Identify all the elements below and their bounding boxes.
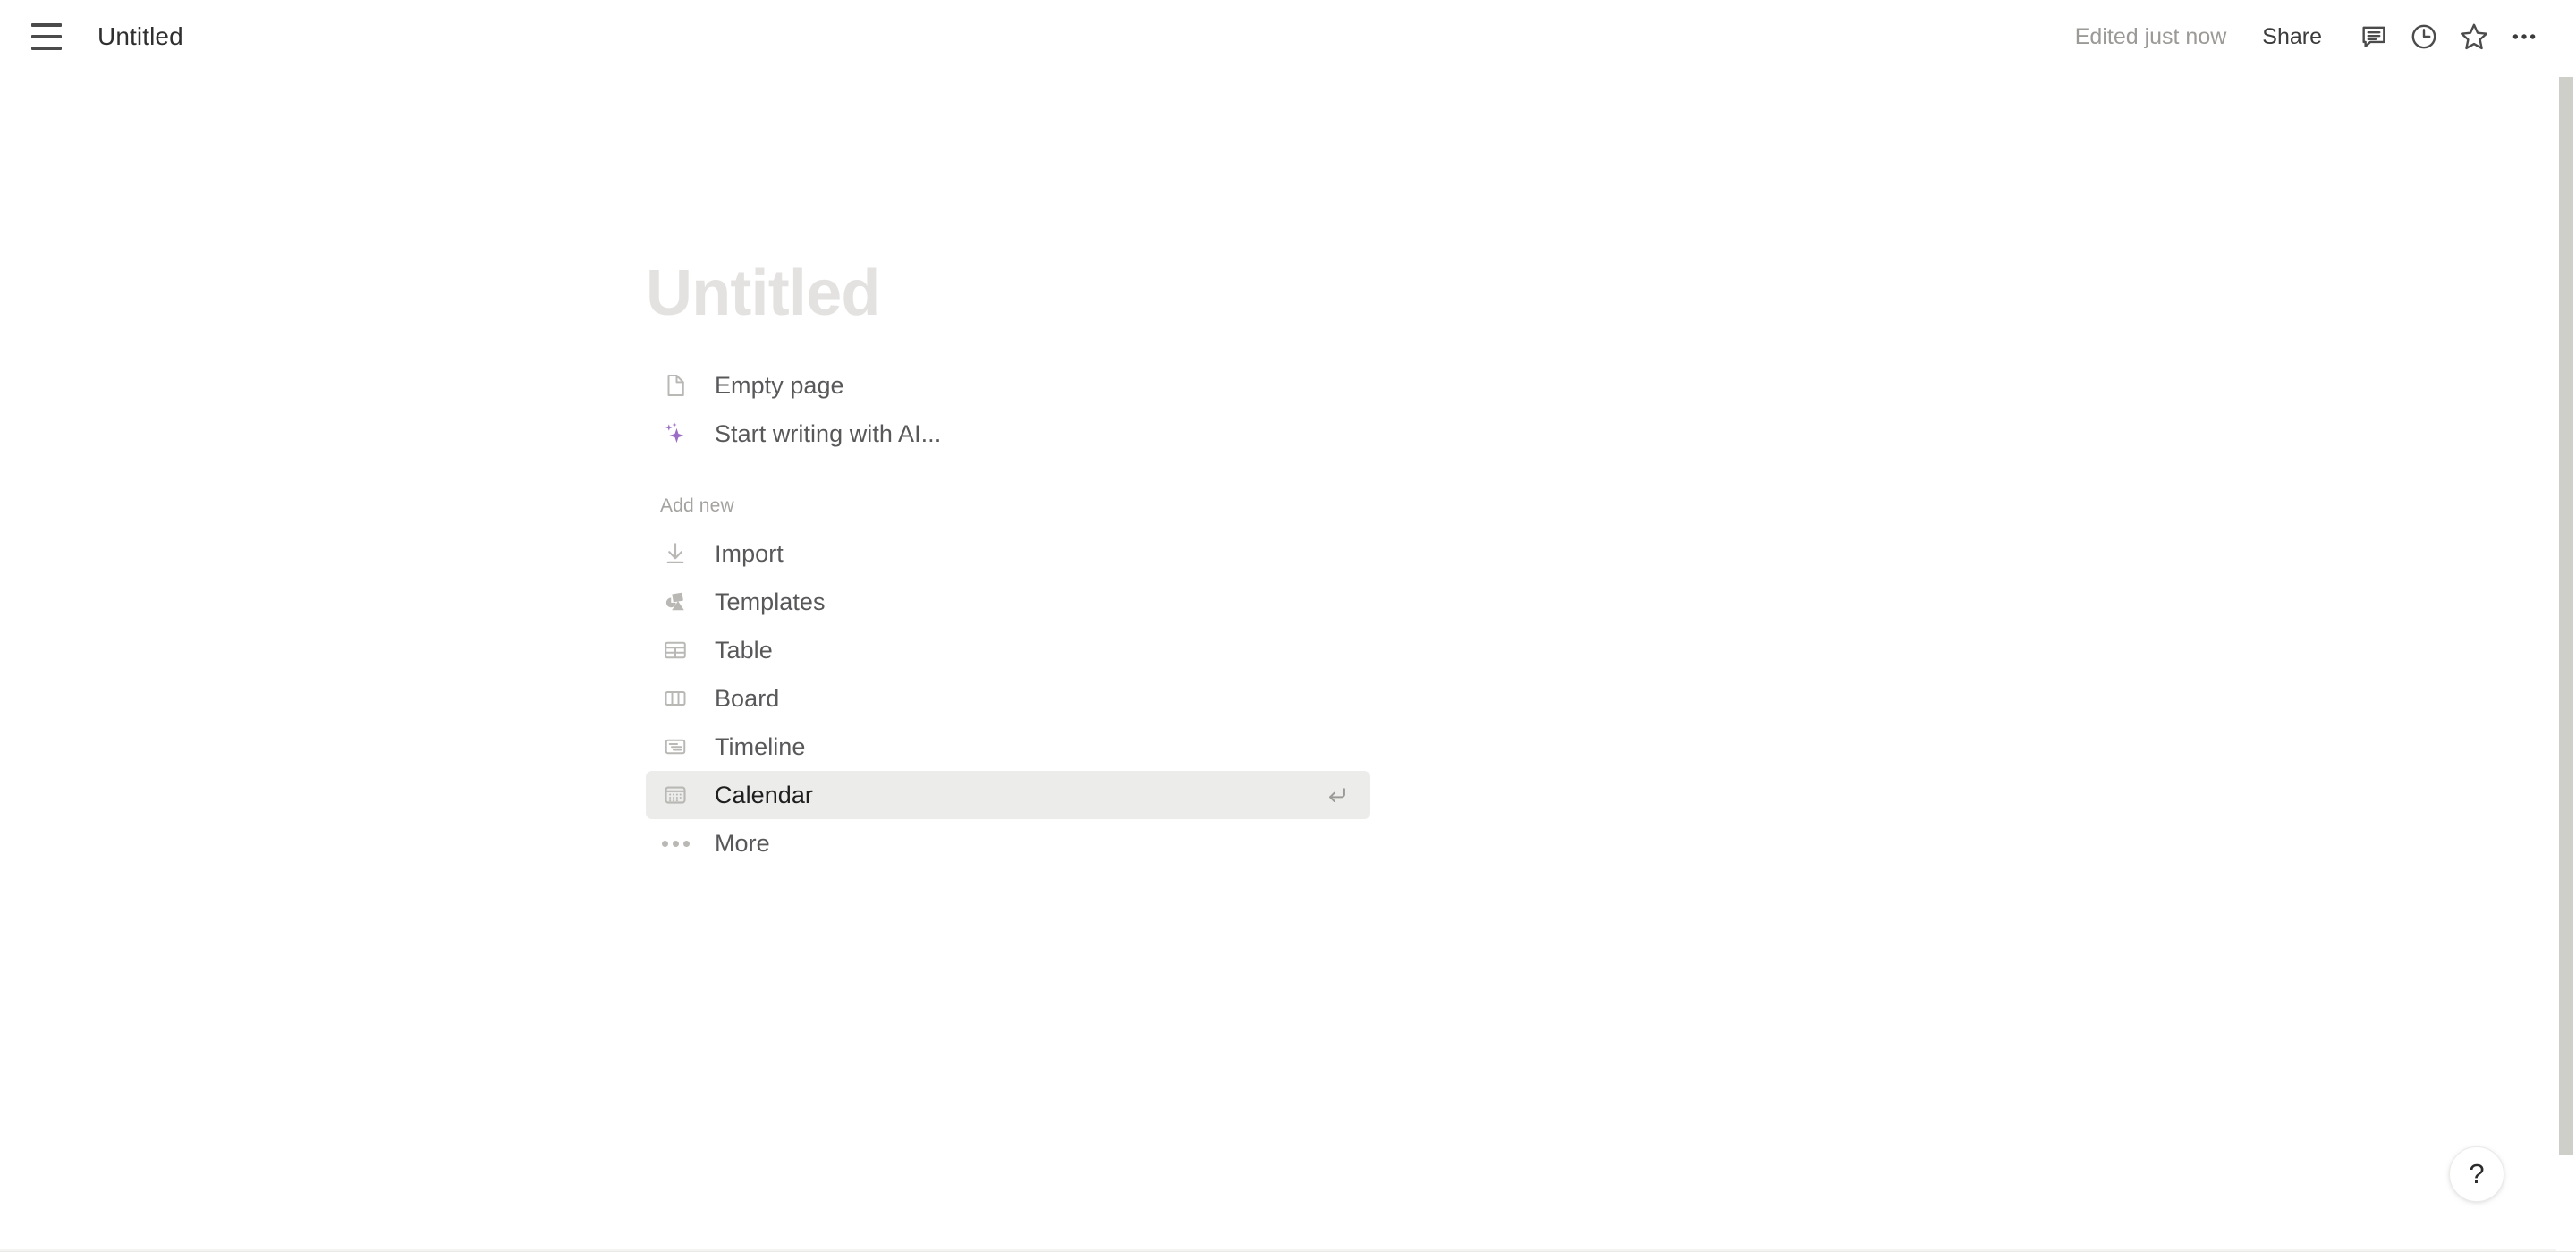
hamburger-line <box>31 23 62 27</box>
top-bar-left: Untitled <box>0 13 192 60</box>
menu-option-empty-page[interactable]: Empty page <box>646 361 1370 410</box>
edited-status[interactable]: Edited just now <box>2075 24 2227 50</box>
menu-option-label: Table <box>715 636 773 664</box>
menu-option-label: Timeline <box>715 732 806 760</box>
hamburger-line <box>31 47 62 50</box>
empty-page-icon <box>660 370 691 401</box>
page-content: Untitled Empty page Start writing with A… <box>0 73 2551 1252</box>
templates-icon <box>660 587 691 617</box>
menu-option-label: Templates <box>715 588 826 615</box>
timeline-icon <box>660 732 691 762</box>
menu-option-start-writing-with-ai[interactable]: Start writing with AI... <box>646 410 1370 458</box>
enter-key-icon <box>1324 782 1351 808</box>
menu-option-label: Import <box>715 539 784 567</box>
menu-option-board[interactable]: Board <box>646 674 1370 723</box>
menu-option-import[interactable]: Import <box>646 529 1370 578</box>
help-button[interactable]: ? <box>2449 1146 2504 1202</box>
board-icon <box>660 683 691 714</box>
vertical-scrollbar-track[interactable] <box>2556 0 2576 1252</box>
menu-option-label: Board <box>715 684 780 712</box>
menu-option-label: Start writing with AI... <box>715 419 942 447</box>
menu-option-table[interactable]: Table <box>646 626 1370 674</box>
more-dots-icon <box>660 828 691 859</box>
menu-option-label: More <box>715 829 770 857</box>
page-body: Untitled Empty page Start writing with A… <box>646 261 2166 867</box>
page-title-placeholder[interactable]: Untitled <box>646 261 2166 326</box>
menu-option-timeline[interactable]: Timeline <box>646 723 1370 771</box>
dot <box>661 840 668 847</box>
comment-icon[interactable] <box>2349 12 2399 62</box>
table-icon <box>660 635 691 665</box>
menu-option-templates[interactable]: Templates <box>646 578 1370 626</box>
notion-page-window: Untitled Edited just now Share Untitled … <box>0 0 2576 1252</box>
breadcrumb-page-title[interactable]: Untitled <box>89 17 192 56</box>
import-icon <box>660 538 691 569</box>
share-button[interactable]: Share <box>2251 17 2333 57</box>
ai-sparkle-icon <box>660 419 691 449</box>
menu-option-label: Empty page <box>715 371 844 399</box>
section-label-add-new: Add new <box>660 495 734 516</box>
calendar-icon <box>660 780 691 810</box>
top-bar: Untitled Edited just now Share <box>0 0 2576 73</box>
menu-option-more[interactable]: More <box>646 819 1370 867</box>
more-options-icon[interactable] <box>2499 12 2549 62</box>
dot <box>672 840 679 847</box>
vertical-scrollbar-thumb[interactable] <box>2559 77 2573 1155</box>
new-page-options-menu: Empty page Start writing with AI... Add … <box>646 361 1370 867</box>
menu-option-calendar[interactable]: Calendar <box>646 771 1370 819</box>
hamburger-menu-icon[interactable] <box>23 13 70 60</box>
star-icon[interactable] <box>2449 12 2499 62</box>
hamburger-line <box>31 35 62 38</box>
menu-option-label: Calendar <box>715 781 813 808</box>
clock-history-icon[interactable] <box>2399 12 2449 62</box>
dot <box>682 840 690 847</box>
top-bar-right: Edited just now Share <box>2075 12 2576 62</box>
